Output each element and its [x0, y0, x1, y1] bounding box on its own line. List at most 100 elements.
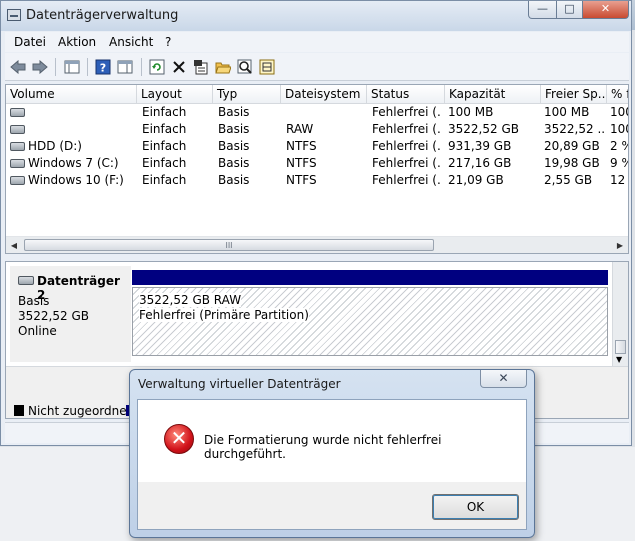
close-button[interactable]: ✕ — [582, 1, 629, 19]
menu-bar: Datei Aktion Ansicht ? — [5, 32, 629, 52]
partition-header-bar — [132, 270, 608, 285]
cell-prozent-frei: 12 — [610, 173, 626, 187]
cell-dateisystem: NTFS — [286, 173, 317, 187]
forward-arrow-icon[interactable] — [30, 57, 50, 77]
dialog-message-area: ✕ Die Formatierung wurde nicht fehlerfre… — [138, 400, 526, 482]
cell-freier-speicher: 2,55 GB — [544, 173, 593, 187]
title-bar[interactable]: Datenträgerverwaltung — □ ✕ — [1, 1, 631, 31]
disk-size: 3522,52 GB — [18, 309, 89, 323]
cell-typ: Basis — [218, 156, 250, 170]
toolbar-separator — [55, 58, 56, 76]
cell-dateisystem: NTFS — [286, 139, 317, 153]
cell-volume: Windows 10 (F:) — [28, 173, 124, 187]
cell-layout: Einfach — [142, 122, 187, 136]
column-header-status[interactable]: Status — [367, 85, 445, 103]
scroll-left-arrow-icon[interactable]: ◀ — [6, 237, 22, 253]
partition-block[interactable]: 3522,52 GB RAW Fehlerfrei (Primäre Parti… — [132, 270, 608, 356]
error-icon: ✕ — [164, 424, 194, 454]
cell-dateisystem: RAW — [286, 122, 314, 136]
disk-state: Online — [18, 324, 57, 338]
cell-layout: Einfach — [142, 156, 187, 170]
drive-icon — [10, 176, 25, 185]
scrollbar-grip: III — [225, 241, 233, 250]
explore-icon[interactable] — [235, 57, 255, 77]
column-header-volume[interactable]: Volume — [6, 85, 137, 103]
open-folder-icon[interactable] — [213, 57, 233, 77]
table-row[interactable]: Einfach Basis RAW Fehlerfrei (... 3522,5… — [6, 121, 628, 138]
menu-help[interactable]: ? — [165, 35, 171, 49]
drive-icon — [10, 108, 25, 117]
cell-status: Fehlerfrei (... — [372, 156, 442, 170]
column-header-prozent-frei[interactable]: % f — [607, 85, 628, 103]
unallocated-swatch — [14, 405, 24, 416]
legend-unallocated: Nicht zugeordnet — [28, 404, 132, 418]
cell-volume: Windows 7 (C:) — [28, 156, 119, 170]
partition-body[interactable]: 3522,52 GB RAW Fehlerfrei (Primäre Parti… — [132, 287, 608, 356]
console-tree-icon[interactable] — [62, 57, 82, 77]
scrollbar-thumb[interactable]: III — [24, 239, 434, 251]
cell-prozent-frei: 2 % — [610, 139, 628, 153]
properties-icon[interactable] — [191, 57, 211, 77]
cell-kapazitaet: 100 MB — [448, 105, 494, 119]
column-header-freier-speicher[interactable]: Freier Sp... — [541, 85, 607, 103]
cell-kapazitaet: 217,16 GB — [448, 156, 512, 170]
dialog-close-button[interactable]: ✕ — [480, 370, 527, 388]
column-header-dateisystem[interactable]: Dateisystem — [281, 85, 367, 103]
svg-text:?: ? — [100, 62, 106, 75]
cell-dateisystem: NTFS — [286, 156, 317, 170]
vertical-scrollbar-thumb[interactable] — [615, 340, 626, 354]
volume-list[interactable]: Volume Layout Typ Dateisystem Status Kap… — [5, 84, 629, 254]
back-arrow-icon[interactable] — [8, 57, 28, 77]
horizontal-scrollbar[interactable]: ◀ III ▶ — [6, 236, 628, 253]
window-title: Datenträgerverwaltung — [26, 8, 179, 23]
delete-icon[interactable] — [169, 57, 189, 77]
cell-status: Fehlerfrei (... — [372, 122, 442, 136]
column-header-typ[interactable]: Typ — [213, 85, 281, 103]
disk-info-panel[interactable]: Datenträger 2 Basis 3522,52 GB Online — [10, 266, 131, 362]
refresh-icon[interactable] — [147, 57, 167, 77]
cell-prozent-frei: 9 % — [610, 156, 628, 170]
properties-pane-icon[interactable] — [115, 57, 135, 77]
cell-volume: HDD (D:) — [28, 139, 82, 153]
cell-layout: Einfach — [142, 105, 187, 119]
cell-kapazitaet: 21,09 GB — [448, 173, 504, 187]
cell-typ: Basis — [218, 122, 250, 136]
drive-icon — [10, 142, 25, 151]
rescan-icon[interactable] — [257, 57, 277, 77]
disk-type: Basis — [18, 294, 50, 308]
cell-prozent-frei: 100 — [610, 105, 628, 119]
vertical-scrollbar[interactable]: ▼ — [612, 262, 628, 366]
table-row[interactable]: Windows 7 (C:) Einfach Basis NTFS Fehler… — [6, 155, 628, 172]
scroll-right-arrow-icon[interactable]: ▶ — [612, 237, 628, 253]
disk-icon — [18, 276, 34, 285]
maximize-button[interactable]: □ — [556, 1, 583, 19]
disk-name: Datenträger 2 — [37, 274, 120, 302]
toolbar: ? — [5, 53, 629, 81]
cell-layout: Einfach — [142, 139, 187, 153]
cell-typ: Basis — [218, 105, 250, 119]
ok-button[interactable]: OK — [432, 494, 519, 520]
scroll-down-arrow-icon[interactable]: ▼ — [616, 355, 622, 364]
cell-prozent-frei: 100 — [610, 122, 628, 136]
cell-status: Fehlerfrei (... — [372, 173, 442, 187]
table-row[interactable]: HDD (D:) Einfach Basis NTFS Fehlerfrei (… — [6, 138, 628, 155]
table-row[interactable]: Windows 10 (F:) Einfach Basis NTFS Fehle… — [6, 172, 628, 189]
cell-freier-speicher: 100 MB — [544, 105, 590, 119]
cell-status: Fehlerfrei (... — [372, 105, 442, 119]
partition-size-fs: 3522,52 GB RAW — [139, 293, 242, 307]
drive-icon — [10, 125, 25, 134]
toolbar-separator — [141, 58, 142, 76]
menu-datei[interactable]: Datei — [14, 35, 46, 49]
column-header-layout[interactable]: Layout — [137, 85, 213, 103]
cell-kapazitaet: 931,39 GB — [448, 139, 512, 153]
minimize-button[interactable]: — — [528, 1, 557, 19]
menu-ansicht[interactable]: Ansicht — [109, 35, 153, 49]
error-dialog: Verwaltung virtueller Datenträger ✕ ✕ Di… — [129, 369, 535, 538]
help-icon[interactable]: ? — [93, 57, 113, 77]
drive-icon — [10, 159, 25, 168]
table-row[interactable]: Einfach Basis Fehlerfrei (... 100 MB 100… — [6, 104, 628, 121]
menu-aktion[interactable]: Aktion — [58, 35, 96, 49]
cell-freier-speicher: 3522,52 ... — [544, 122, 606, 136]
cell-status: Fehlerfrei (... — [372, 139, 442, 153]
column-header-kapazitaet[interactable]: Kapazität — [445, 85, 541, 103]
